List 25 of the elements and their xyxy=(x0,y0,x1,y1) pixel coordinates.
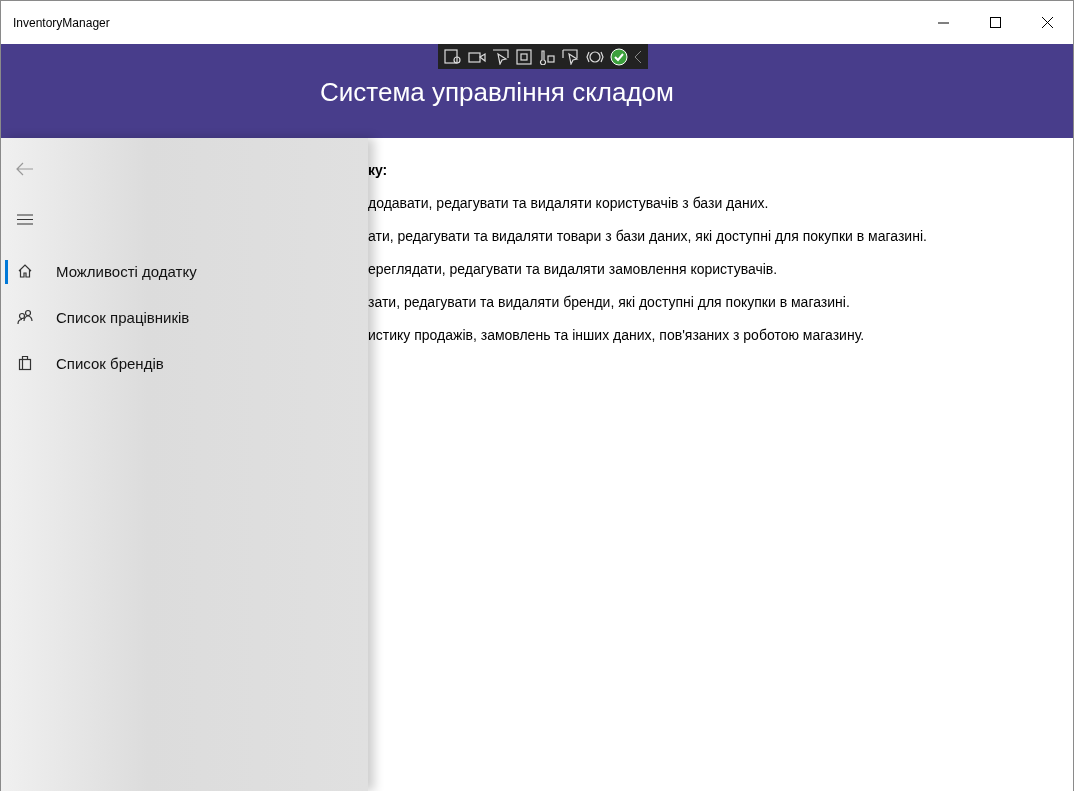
nav-item[interactable]: Можливості додатку xyxy=(56,262,197,280)
app-title: Система управління складом xyxy=(320,77,674,108)
collapse-icon[interactable] xyxy=(634,49,642,64)
check-icon[interactable] xyxy=(610,47,628,66)
select-icon[interactable] xyxy=(562,48,580,65)
window-title: InventoryManager xyxy=(13,15,110,30)
nav-item[interactable]: Список працівників xyxy=(56,308,190,326)
close-icon[interactable] xyxy=(1041,17,1053,28)
feature-text: истику продажів, замовлень та інших даних, пов'язаних з роботою магазину. xyxy=(368,327,866,343)
thermometer-icon[interactable] xyxy=(538,48,556,65)
home-icon xyxy=(17,263,33,279)
people-icon xyxy=(17,309,33,325)
feature-text: ереглядати, редагувати та видаляти замовлення користувачів. xyxy=(368,261,779,277)
section-heading: ку: xyxy=(368,162,389,178)
nav-item[interactable]: Список брендів xyxy=(56,354,164,372)
frame-icon[interactable] xyxy=(516,48,532,65)
feature-text: ати, редагувати та видаляти товари з бази даних, які доступні для покупки в магазині. xyxy=(368,228,927,244)
minimize-icon[interactable] xyxy=(937,21,949,24)
maximize-icon[interactable] xyxy=(989,17,1001,28)
sync-icon[interactable] xyxy=(586,48,604,65)
feature-text: додавати, редагувати та видаляти користувачів з бази даних. xyxy=(368,195,770,211)
menu-icon[interactable] xyxy=(17,213,33,225)
bag-icon xyxy=(17,355,33,371)
pointer-icon[interactable] xyxy=(492,48,510,65)
feature-text: зати, редагувати та видаляти бренди, які доступні для покупки в магазині. xyxy=(368,294,851,310)
